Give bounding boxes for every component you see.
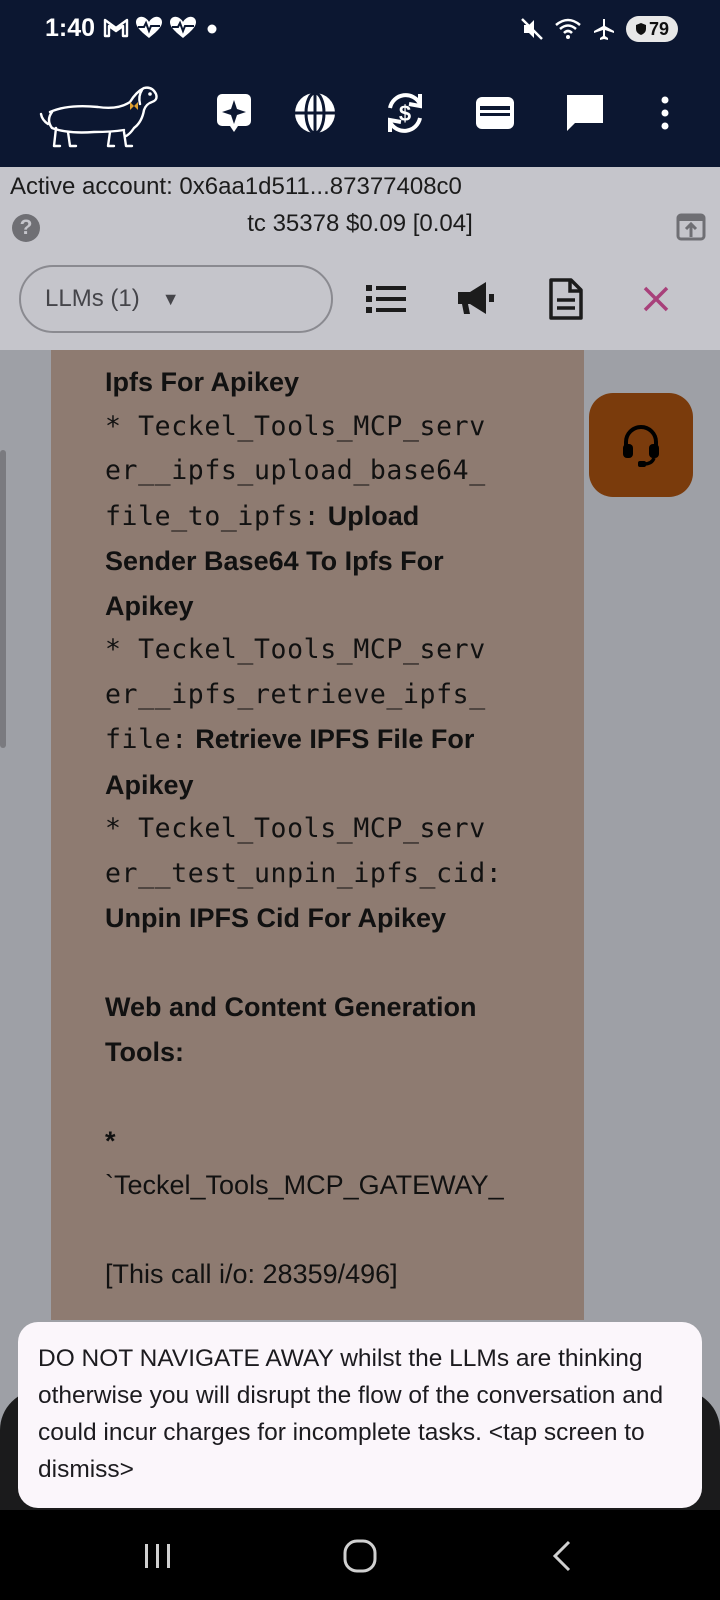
llm-selector-label: LLMs (1) xyxy=(45,285,140,312)
document-icon xyxy=(549,278,583,320)
back-icon xyxy=(552,1540,571,1572)
list-icon xyxy=(366,285,406,313)
assistant-message: Ipfs For Apikey * Teckel_Tools_MCP_serv … xyxy=(51,350,584,1320)
dachshund-logo xyxy=(39,86,158,148)
announcements-button[interactable] xyxy=(452,275,500,323)
message-line: Sender Base64 To Ipfs For xyxy=(105,546,444,576)
section-heading: Tools: xyxy=(105,1036,184,1067)
globe-button[interactable] xyxy=(290,88,340,138)
home-icon xyxy=(343,1539,377,1573)
warning-toast[interactable]: DO NOT NAVIGATE AWAY whilst the LLMs are… xyxy=(18,1322,702,1508)
message-line: Apikey xyxy=(105,590,194,621)
message-line: er__test_unpin_ipfs_cid: xyxy=(105,857,503,889)
wallet-button[interactable] xyxy=(470,88,520,138)
message-line: file: Retrieve IPFS File For xyxy=(105,717,545,763)
gmail-icon xyxy=(103,18,129,38)
close-icon xyxy=(643,286,669,312)
close-button[interactable] xyxy=(632,275,680,323)
app-bar: $ xyxy=(0,62,720,167)
sparkle-button[interactable] xyxy=(209,88,259,138)
dropdown-caret-icon: ▼ xyxy=(161,288,180,309)
message-line: er__ipfs_retrieve_ipfs_ xyxy=(105,678,486,710)
airplane-icon xyxy=(594,19,614,40)
home-button[interactable] xyxy=(330,1536,390,1576)
mute-icon xyxy=(521,18,543,40)
account-panel: Active account: 0x6aa1d511...87377408c0 … xyxy=(0,167,720,350)
open-in-icon[interactable] xyxy=(676,213,706,241)
message-line: Unpin IPFS Cid For Apikey xyxy=(105,903,447,933)
message-line: * Teckel_Tools_MCP_serv xyxy=(105,634,486,665)
battery-icon: 79 xyxy=(626,16,678,42)
document-button[interactable] xyxy=(542,275,590,323)
recent-apps-icon xyxy=(145,1544,170,1568)
status-notification-icons xyxy=(103,16,221,40)
currency-exchange-icon: $ xyxy=(388,93,422,133)
chat-icon xyxy=(567,95,603,131)
message-line: `Teckel_Tools_MCP_GATEWAY_ xyxy=(105,1170,504,1200)
recent-apps-button[interactable] xyxy=(128,1536,188,1576)
more-options-button[interactable] xyxy=(650,88,680,138)
tool-description: Upload xyxy=(320,500,420,531)
dot-icon xyxy=(207,24,217,34)
list-button[interactable] xyxy=(362,275,410,323)
chat-button[interactable] xyxy=(560,88,610,138)
message-line: Ipfs For Apikey xyxy=(105,367,300,397)
tool-description: Retrieve IPFS File For xyxy=(187,724,475,754)
battery-level: 79 xyxy=(648,18,670,39)
token-balance: tc 35378 $0.09 [0.04] xyxy=(247,210,473,237)
message-text: Ipfs For Apikey * Teckel_Tools_MCP_serv … xyxy=(105,360,545,1297)
active-account-label: Active account: 0x6aa1d511...87377408c0 xyxy=(10,173,462,200)
status-time: 1:40 xyxy=(45,14,96,42)
llm-selector-dropdown[interactable]: LLMs (1) ▼ xyxy=(19,265,333,333)
message-line: er__ipfs_upload_base64_ xyxy=(105,455,486,486)
support-button[interactable] xyxy=(589,393,693,497)
megaphone-icon xyxy=(458,282,494,314)
section-heading: Web and Content Generation xyxy=(105,992,477,1022)
heartbeat-icon xyxy=(170,16,196,38)
message-line: Apikey xyxy=(105,769,194,800)
status-system-icons: 79 xyxy=(520,16,678,42)
scroll-indicator[interactable] xyxy=(0,450,6,748)
message-line: * Teckel_Tools_MCP_serv xyxy=(105,410,486,442)
call-io-stats: [This call i/o: 28359/496] xyxy=(105,1259,398,1289)
message-line: * Teckel_Tools_MCP_serv xyxy=(105,813,486,844)
status-bar: 1:40 79 xyxy=(0,0,720,62)
wifi-icon xyxy=(555,18,581,39)
sparkle-icon xyxy=(217,94,251,132)
currency-exchange-button[interactable]: $ xyxy=(380,88,430,138)
globe-icon xyxy=(295,91,335,135)
tool-name: file: xyxy=(105,724,188,755)
more-vert-icon xyxy=(661,96,669,130)
back-button[interactable] xyxy=(532,1536,592,1576)
message-line: file_to_ipfs: Upload xyxy=(105,494,545,540)
heartbeat-icon xyxy=(136,16,162,38)
svg-text:$: $ xyxy=(399,101,411,126)
system-navigation-bar xyxy=(0,1510,720,1600)
message-line: * xyxy=(105,1125,116,1156)
headset-icon xyxy=(623,425,659,467)
wallet-icon xyxy=(476,97,514,129)
tool-name: file_to_ipfs: xyxy=(105,500,321,532)
